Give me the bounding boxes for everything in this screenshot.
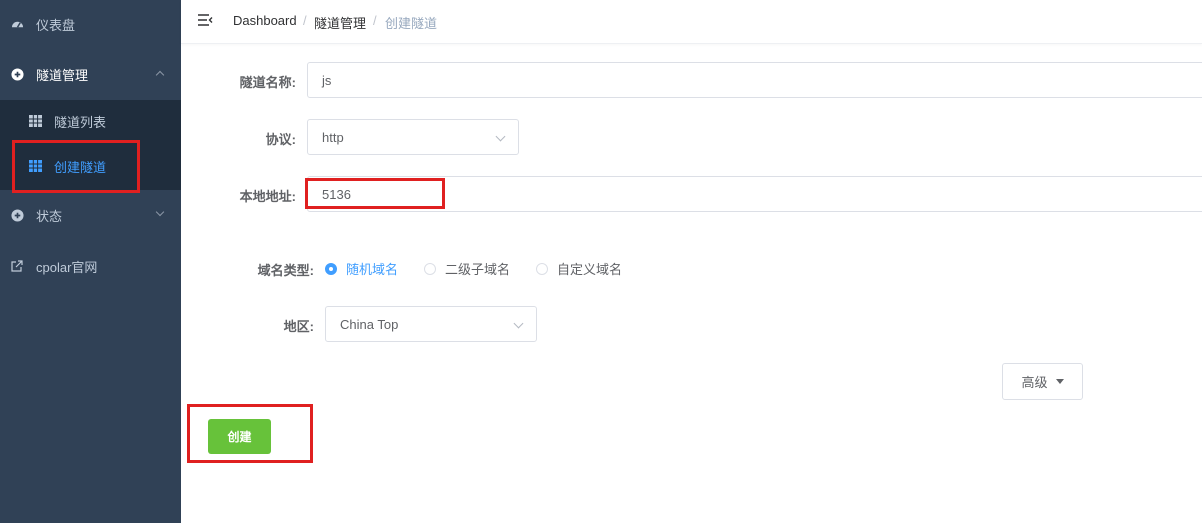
sidebar: 仪表盘 隧道管理 隧道列表 创建隧道 状态 cpolar官网 xyxy=(0,0,181,523)
sidebar-item-website[interactable]: cpolar官网 xyxy=(0,254,181,278)
sidebar-item-dashboard[interactable]: 仪表盘 xyxy=(0,12,181,36)
sidebar-item-label: 隧道列表 xyxy=(54,114,107,130)
breadcrumb-item-create-tunnel: 创建隧道 xyxy=(385,16,438,31)
advanced-button[interactable]: 高级 xyxy=(1002,363,1083,400)
protocol-select[interactable]: http xyxy=(307,119,519,155)
plus-circle-icon xyxy=(10,67,24,81)
chevron-down-icon xyxy=(155,207,165,217)
tunnel-name-label: 隧道名称: xyxy=(239,75,296,90)
radio-label: 二级子域名 xyxy=(445,262,511,277)
chevron-down-icon xyxy=(495,131,506,142)
tunnel-name-value: js xyxy=(322,72,332,88)
table-icon xyxy=(28,114,42,128)
breadcrumb-item-dashboard[interactable]: Dashboard xyxy=(233,13,297,28)
domain-type-label: 域名类型: xyxy=(257,263,314,278)
sidebar-item-tunnel-list[interactable]: 隧道列表 xyxy=(0,110,181,132)
radio-label: 自定义域名 xyxy=(557,262,623,277)
radio-label: 随机域名 xyxy=(346,262,399,277)
sidebar-item-label: cpolar官网 xyxy=(36,259,98,275)
radio-checked-icon xyxy=(325,262,337,275)
region-label: 地区: xyxy=(283,319,314,334)
caret-down-icon xyxy=(1055,379,1064,384)
tunnel-name-input[interactable]: js xyxy=(307,62,1202,98)
radio-unchecked-icon xyxy=(424,262,436,275)
external-link-icon xyxy=(10,259,24,273)
hamburger-icon[interactable] xyxy=(197,13,213,30)
radio-unchecked-icon xyxy=(536,262,548,275)
breadcrumb-item-tunnel-management[interactable]: 隧道管理 xyxy=(314,13,366,32)
chevron-down-icon xyxy=(513,318,524,329)
top-navbar: Dashboard / 隧道管理 / 创建隧道 xyxy=(181,0,1202,44)
radio-random-domain[interactable]: 随机域名 xyxy=(325,259,398,278)
radio-subdomain[interactable]: 二级子域名 xyxy=(424,259,510,278)
breadcrumb-separator: / xyxy=(303,13,307,28)
protocol-value: http xyxy=(322,129,344,145)
highlight-box xyxy=(12,140,140,193)
sidebar-item-tunnel-management[interactable]: 隧道管理 xyxy=(0,62,181,86)
radio-custom-domain[interactable]: 自定义域名 xyxy=(536,259,622,278)
highlight-box xyxy=(187,404,313,463)
protocol-label: 协议: xyxy=(265,132,296,147)
region-value: China Top xyxy=(340,316,399,332)
advanced-label: 高级 xyxy=(1021,375,1048,390)
sidebar-item-label: 隧道管理 xyxy=(36,67,89,83)
chevron-up-icon xyxy=(155,70,165,80)
plus-circle-icon xyxy=(10,208,24,222)
local-address-label: 本地地址: xyxy=(239,189,296,204)
region-select[interactable]: China Top xyxy=(325,306,537,342)
sidebar-item-label: 状态 xyxy=(36,208,63,224)
sidebar-item-label: 仪表盘 xyxy=(36,17,76,33)
highlight-box xyxy=(305,178,445,209)
dashboard-icon xyxy=(10,17,24,31)
breadcrumb-separator: / xyxy=(373,13,377,28)
sidebar-item-status[interactable]: 状态 xyxy=(0,203,181,227)
